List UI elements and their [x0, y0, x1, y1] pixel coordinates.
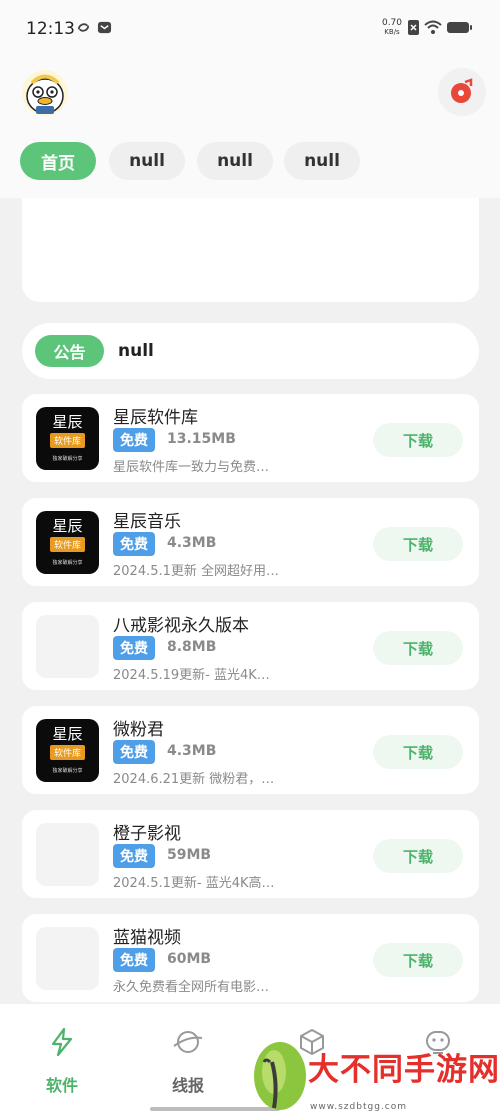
app-icon: 星辰 软件库 独家破解分享: [36, 511, 99, 574]
notice-text: null: [118, 341, 154, 361]
free-badge: 免费: [113, 532, 155, 556]
free-badge: 免费: [113, 740, 155, 764]
app-icon: 星辰 软件库 独家破解分享: [36, 719, 99, 782]
app-name: 微粉君: [113, 720, 164, 740]
status-time: 12:13: [26, 19, 75, 39]
download-button[interactable]: 下载: [373, 423, 463, 457]
app-name: 星辰软件库: [113, 408, 198, 428]
battery-icon: [447, 22, 472, 33]
app-size: 59MB: [167, 847, 212, 863]
logo-title: 星辰: [52, 413, 83, 431]
app-icon-placeholder: [36, 927, 99, 990]
network-speed: 0.70 KB/s: [378, 19, 406, 37]
watermark-text: 大不同手游网: [308, 1052, 500, 1088]
app-item[interactable]: 星辰 软件库 独家破解分享 微粉君 免费 4.3MB 2024.6.21更新 微…: [22, 706, 479, 794]
avatar[interactable]: [22, 70, 68, 116]
wifi-icon: [424, 20, 442, 34]
logo-title: 星辰: [52, 725, 83, 743]
app-description: 2024.5.1更新- 蓝光4K高…: [113, 876, 275, 891]
app-description: 永久免费看全网所有电影…: [113, 980, 270, 995]
app-item[interactable]: 橙子影视 免费 59MB 2024.5.1更新- 蓝光4K高… 下载: [22, 810, 479, 898]
app-item[interactable]: 八戒影视永久版本 免费 8.8MB 2024.5.19更新- 蓝光4K… 下载: [22, 602, 479, 690]
app-description: 2024.5.1更新 全网超好用…: [113, 564, 280, 579]
nav-software[interactable]: 软件: [22, 1004, 102, 1095]
notice-badge: 公告: [35, 335, 104, 367]
free-badge: 免费: [113, 428, 155, 452]
logo-subtitle: 独家破解分享: [52, 456, 83, 462]
header: 首页 null null null: [0, 58, 500, 198]
logo-subtitle: 独家破解分享: [52, 560, 83, 566]
free-badge: 免费: [113, 948, 155, 972]
app-size: 13.15MB: [167, 431, 236, 447]
app-name: 八戒影视永久版本: [113, 616, 249, 636]
tab-category-2[interactable]: null: [197, 142, 273, 180]
lightning-icon: [51, 1027, 73, 1057]
app-description: 2024.6.21更新 微粉君，…: [113, 772, 275, 787]
app-item[interactable]: 蓝猫视频 免费 60MB 永久免费看全网所有电影… 下载: [22, 914, 479, 1002]
nav-label: 软件: [45, 1076, 78, 1095]
watermark-leaf-icon: [254, 1042, 306, 1110]
logo-tag: 软件库: [50, 433, 85, 448]
status-bar: 12:13 0.70 KB/s: [0, 0, 500, 58]
banner-area[interactable]: [22, 198, 479, 302]
sim-icon: [408, 20, 419, 35]
app-icon-placeholder: [36, 615, 99, 678]
logo-subtitle: 独家破解分享: [52, 768, 83, 774]
watermark-url: www.szdbtgg.com: [310, 1102, 407, 1112]
app-size: 60MB: [167, 951, 212, 967]
download-button[interactable]: 下载: [373, 735, 463, 769]
download-button[interactable]: 下载: [373, 527, 463, 561]
free-badge: 免费: [113, 844, 155, 868]
sync-icon: [77, 23, 90, 32]
nav-news[interactable]: 线报: [148, 1004, 228, 1095]
logo-title: 星辰: [52, 517, 83, 535]
logo-tag: 软件库: [50, 537, 85, 552]
app-item[interactable]: 星辰 软件库 独家破解分享 星辰音乐 免费 4.3MB 2024.5.1更新 全…: [22, 498, 479, 586]
tab-category-1[interactable]: null: [109, 142, 185, 180]
app-icon: 星辰 软件库 独家破解分享: [36, 407, 99, 470]
music-disc-icon: [451, 78, 473, 103]
speed-value: 0.70: [381, 18, 403, 28]
download-button[interactable]: 下载: [373, 839, 463, 873]
free-badge: 免费: [113, 636, 155, 660]
app-description: 星辰软件库一致力与免费…: [113, 460, 270, 475]
tab-category-3[interactable]: null: [284, 142, 360, 180]
app-size: 4.3MB: [167, 743, 217, 759]
app-name: 星辰音乐: [113, 512, 181, 532]
app-description: 2024.5.19更新- 蓝光4K…: [113, 668, 270, 683]
tab-home[interactable]: 首页: [20, 142, 96, 180]
music-button[interactable]: [438, 68, 486, 116]
app-name: 橙子影视: [113, 824, 181, 844]
download-button[interactable]: 下载: [373, 943, 463, 977]
notification-icon: [97, 21, 112, 34]
download-button[interactable]: 下载: [373, 631, 463, 665]
logo-tag: 软件库: [50, 745, 85, 760]
app-size: 8.8MB: [167, 639, 217, 655]
app-item[interactable]: 星辰 软件库 独家破解分享 星辰软件库 免费 13.15MB 星辰软件库一致力与…: [22, 394, 479, 482]
watermark: 大不同手游网 www.szdbtgg.com: [250, 1038, 500, 1115]
app-name: 蓝猫视频: [113, 928, 181, 948]
notice-bar[interactable]: 公告 null: [22, 323, 479, 379]
app-size: 4.3MB: [167, 535, 217, 551]
duck-avatar-icon: [26, 74, 64, 114]
app-icon-placeholder: [36, 823, 99, 886]
nav-label: 线报: [171, 1076, 204, 1095]
planet-icon: [173, 1031, 203, 1053]
speed-unit: KB/s: [384, 28, 400, 36]
